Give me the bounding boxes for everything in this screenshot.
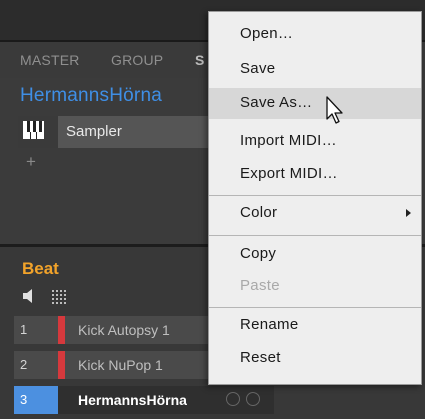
menu-item-save-as[interactable]: Save As… (209, 88, 421, 119)
menu-item-label: Paste (240, 277, 280, 294)
mute-knob-icon[interactable] (226, 392, 240, 406)
tab-master[interactable]: MASTER (20, 52, 80, 68)
plugin-icon-box (18, 116, 58, 148)
sound-color-strip (58, 351, 65, 379)
menu-separator (209, 235, 421, 236)
sound-number: 1 (20, 322, 28, 337)
tab-sounds[interactable]: S (195, 52, 205, 68)
menu-item-paste: Paste (209, 271, 421, 302)
menu-item-color[interactable]: Color (209, 198, 421, 229)
submenu-arrow-icon (406, 209, 411, 217)
menu-item-label: Color (240, 204, 278, 221)
menu-item-rename[interactable]: Rename (209, 310, 421, 341)
solo-knob-icon[interactable] (246, 392, 260, 406)
menu-separator (209, 195, 421, 196)
sound-name: Kick Autopsy 1 (78, 322, 170, 338)
sound-row[interactable]: 1 Kick Autopsy 1 (14, 316, 214, 344)
mouse-pointer-icon (325, 96, 347, 131)
menu-item-reset[interactable]: Reset (209, 343, 421, 374)
sound-number: 2 (20, 357, 28, 372)
beat-title: Beat (22, 259, 59, 278)
plugin-name: Sampler (66, 123, 122, 140)
menu-item-save[interactable]: Save (209, 54, 421, 85)
menu-item-label: Import MIDI… (240, 132, 337, 149)
menu-separator (209, 307, 421, 308)
context-menu: Open… Save Save As… Import MIDI… Export … (208, 11, 422, 385)
menu-item-label: Export MIDI… (240, 165, 338, 182)
menu-item-export-midi[interactable]: Export MIDI… (209, 159, 421, 190)
menu-item-copy[interactable]: Copy (209, 239, 421, 270)
sound-row-selected[interactable]: 3 HermannsHörna (14, 386, 274, 414)
group-name: HermannsHörna (20, 85, 162, 106)
sound-row[interactable]: 2 Kick NuPop 1 (14, 351, 214, 379)
piano-keyboard-icon (23, 121, 44, 139)
menu-item-label: Save As… (240, 94, 313, 111)
menu-item-label: Copy (240, 245, 277, 262)
menu-item-import-midi[interactable]: Import MIDI… (209, 126, 421, 157)
tab-group[interactable]: GROUP (111, 52, 163, 68)
sound-name: Kick NuPop 1 (78, 357, 163, 373)
grid-icon[interactable] (52, 290, 66, 309)
add-plugin-button[interactable]: + (26, 152, 36, 172)
menu-item-label: Reset (240, 349, 281, 366)
menu-item-label: Rename (240, 316, 299, 333)
sound-color-strip (58, 316, 65, 344)
speaker-icon[interactable] (22, 288, 40, 309)
menu-item-label: Open… (240, 25, 294, 42)
sound-number: 3 (20, 392, 28, 407)
menu-item-open[interactable]: Open… (209, 19, 421, 50)
menu-item-label: Save (240, 60, 276, 77)
sound-name: HermannsHörna (78, 392, 187, 408)
